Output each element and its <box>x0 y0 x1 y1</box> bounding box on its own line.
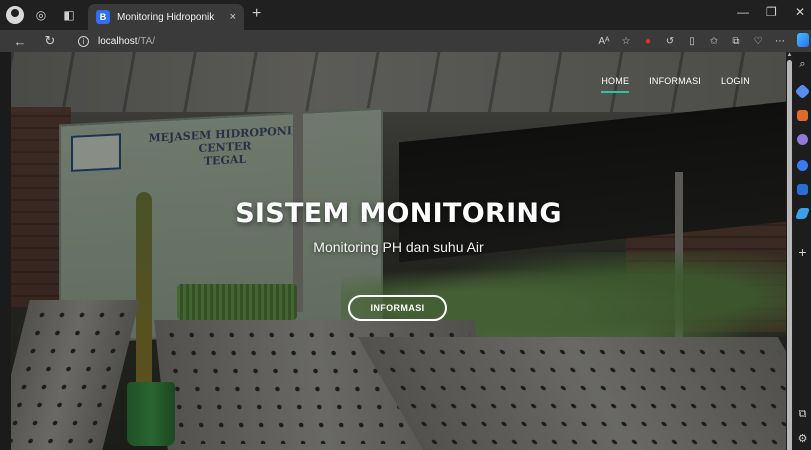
hero-title: SISTEM MONITORING <box>235 198 562 229</box>
page-scrollbar[interactable]: ▲ <box>786 52 793 450</box>
nav-home[interactable]: HOME <box>601 76 630 93</box>
address-bar[interactable]: i localhost/TA/ <box>78 32 578 50</box>
tab-monitoring-hidroponik[interactable]: B Monitoring Hidroponik × <box>88 4 244 30</box>
browser-toolbar: ← ↻ i localhost/TA/ Aᴬ ☆ ● ↺ ▯ ✩ ⧉ ♡ ⋯ <box>0 30 811 52</box>
site-favicon-icon: B <box>96 10 110 24</box>
site-info-icon[interactable]: i <box>78 35 89 47</box>
close-tab-icon[interactable]: × <box>230 11 236 23</box>
favorites-icon[interactable]: ✩ <box>703 33 725 49</box>
page-viewport: MEJASEM HIDROPONIK CENTER TEGAL HOME INF… <box>11 52 786 450</box>
url-text: localhost/TA/ <box>98 36 155 47</box>
tab-actions-icon[interactable]: ◧ <box>58 4 80 26</box>
more-menu-icon[interactable]: ⋯ <box>769 33 791 49</box>
browser-tab-strip: ◎ ◧ B Monitoring Hidroponik × + — ❐ ✕ <box>0 0 811 30</box>
outlook-icon[interactable] <box>794 208 811 219</box>
toolbar-icons: Aᴬ ☆ ● ↺ ▯ ✩ ⧉ ♡ ⋯ <box>593 33 791 49</box>
add-sidebar-app-icon[interactable]: + <box>796 244 809 260</box>
shopping-icon[interactable] <box>797 110 808 121</box>
read-aloud-icon[interactable]: Aᴬ <box>593 33 615 49</box>
adblock-extension-icon[interactable]: ● <box>637 33 659 49</box>
extension-icon[interactable]: ↺ <box>659 33 681 49</box>
tools-icon[interactable] <box>797 160 808 171</box>
copilot-icon[interactable] <box>797 33 809 47</box>
nav-login[interactable]: LOGIN <box>721 76 750 93</box>
sidebar-layout-icon[interactable]: ⧉ <box>796 408 809 421</box>
minimize-window-icon[interactable]: — <box>737 5 749 19</box>
split-screen-icon[interactable]: ▯ <box>681 33 703 49</box>
favorite-star-icon[interactable]: ☆ <box>615 33 637 49</box>
close-window-icon[interactable]: ✕ <box>795 5 805 19</box>
url-host: localhost <box>98 35 138 47</box>
url-path: /TA/ <box>137 35 156 47</box>
scrollbar-thumb[interactable] <box>787 60 792 450</box>
restore-window-icon[interactable]: ❐ <box>766 5 777 19</box>
settings-gear-icon[interactable]: ⚙ <box>796 432 809 445</box>
tab-title: Monitoring Hidroponik <box>117 11 215 23</box>
site-navbar: HOME INFORMASI LOGIN <box>601 76 750 93</box>
collections-icon[interactable]: ⧉ <box>725 33 747 49</box>
browser-essentials-icon[interactable]: ♡ <box>747 33 769 49</box>
profile-avatar[interactable] <box>6 6 24 24</box>
informasi-button[interactable]: INFORMASI <box>348 295 447 321</box>
nav-informasi[interactable]: INFORMASI <box>649 76 701 93</box>
refresh-icon[interactable]: ↻ <box>38 30 62 52</box>
scroll-up-arrow-icon[interactable]: ▲ <box>786 52 793 58</box>
edge-sidebar: ⌕ + ⧉ ⚙ <box>793 52 811 450</box>
back-arrow-icon[interactable]: ← <box>8 30 32 52</box>
workspaces-icon[interactable]: ◎ <box>30 4 52 26</box>
search-icon[interactable]: ⌕ <box>796 58 809 71</box>
hero-subtitle: Monitoring PH dan suhu Air <box>313 239 484 255</box>
sidebar-app-icon[interactable] <box>794 83 811 100</box>
new-tab-button[interactable]: + <box>252 5 261 23</box>
office-icon[interactable] <box>797 184 808 195</box>
people-icon[interactable] <box>797 134 808 145</box>
